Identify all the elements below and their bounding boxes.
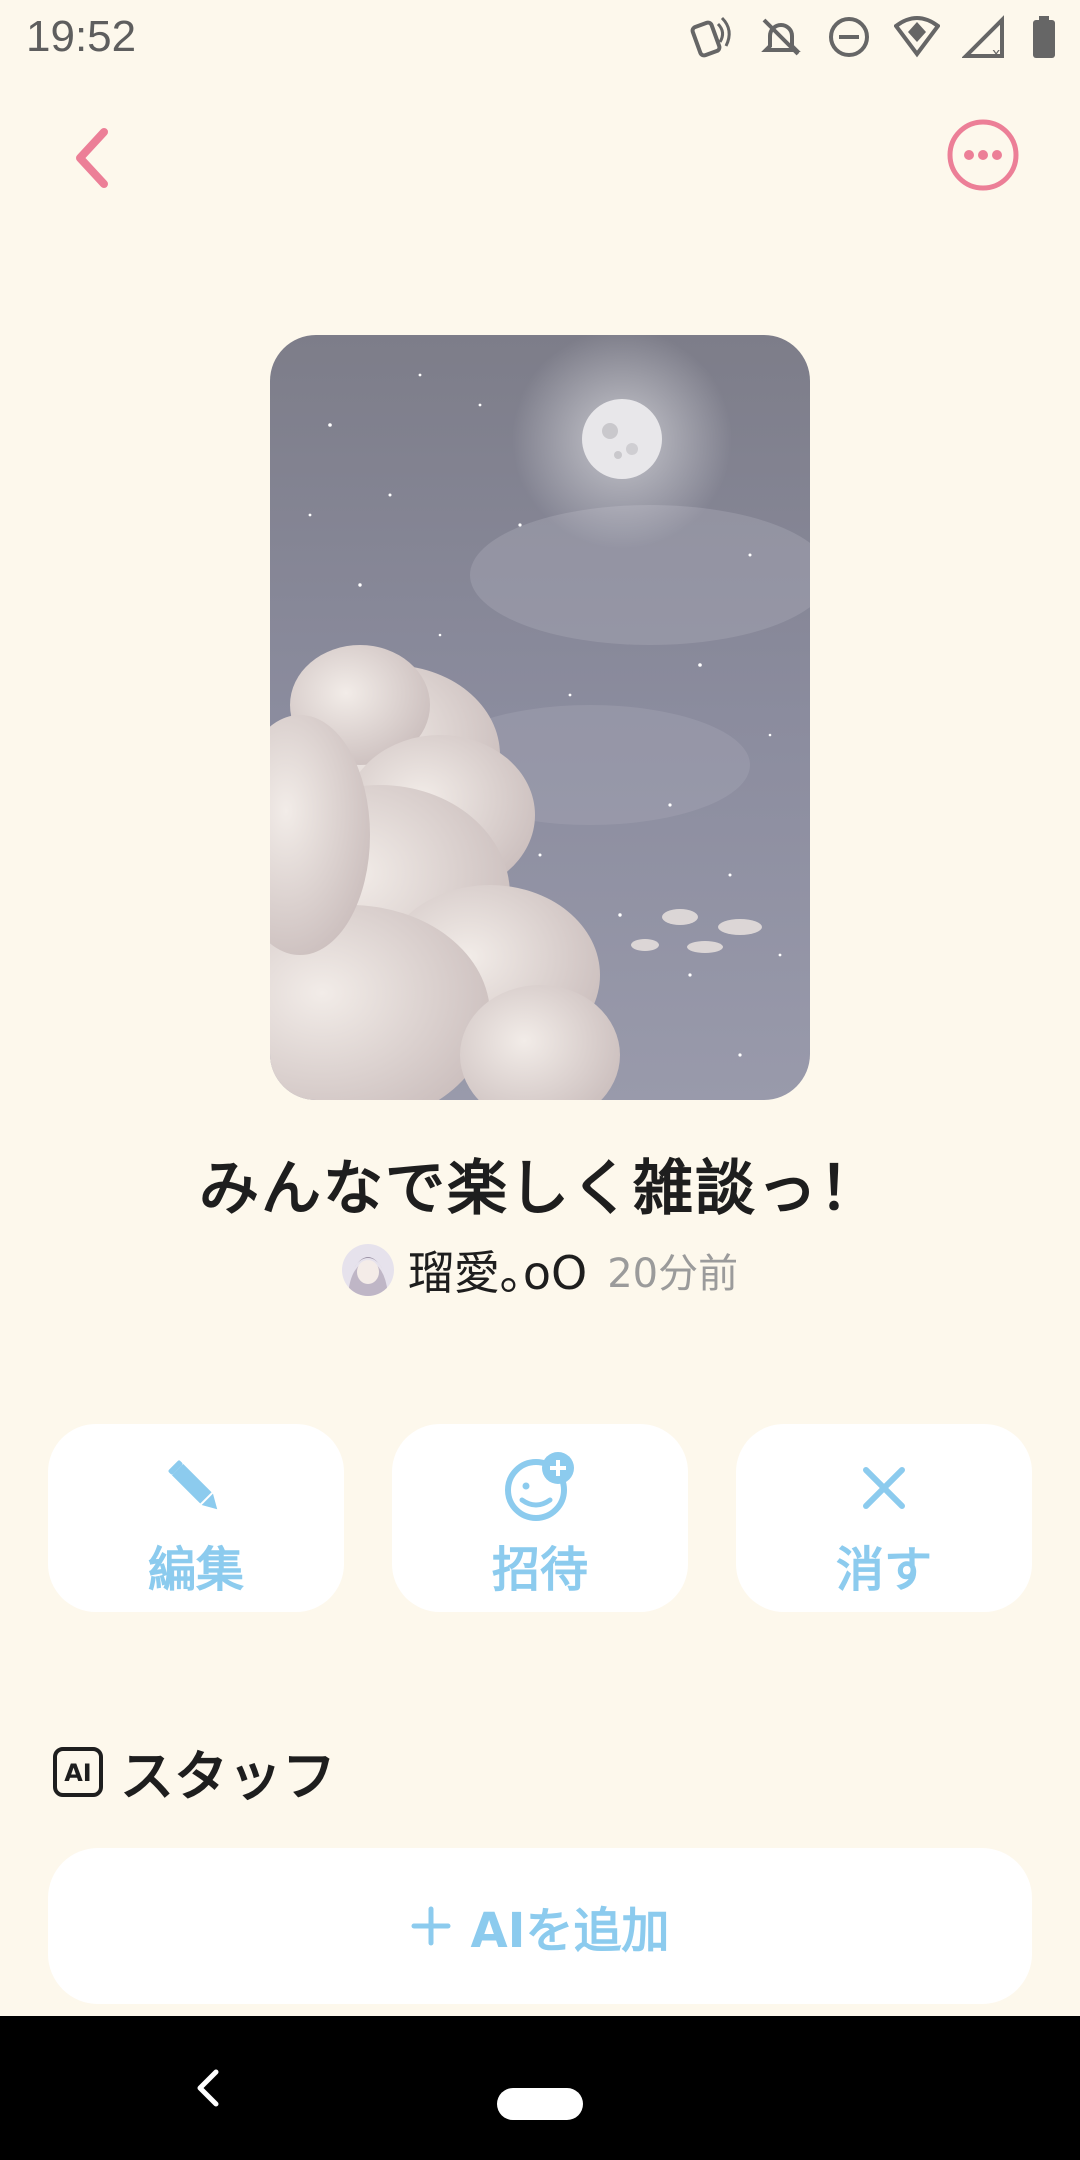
- room-title: みんなで楽しく雑談っ！: [199, 1154, 881, 1224]
- invite-label: 招待: [491, 1542, 588, 1598]
- wifi-icon: [893, 14, 941, 60]
- invite-face-icon: [505, 1452, 574, 1521]
- more-circle-icon: [947, 119, 1019, 191]
- bell-off-icon: [758, 14, 804, 60]
- svg-text:x: x: [992, 46, 1000, 60]
- add-ai-label: AIを追加: [470, 1903, 670, 1959]
- close-icon: [863, 1467, 905, 1509]
- do-not-disturb-icon: [826, 14, 872, 60]
- staff-section-header: AI スタッフ: [52, 1732, 336, 1811]
- nav-back-icon: [197, 2069, 219, 2107]
- night-sky-image: [270, 335, 810, 1100]
- nav-home-button[interactable]: [497, 2088, 583, 2120]
- pencil-icon: [168, 1460, 218, 1510]
- nfc-icon: [690, 14, 736, 60]
- status-bar: 19:52 x: [0, 0, 1080, 72]
- dismiss-button[interactable]: 消す: [736, 1424, 1032, 1612]
- signal-icon: x: [961, 14, 1008, 62]
- dismiss-label: 消す: [835, 1542, 932, 1598]
- add-ai-button[interactable]: AIを追加: [48, 1848, 1032, 2004]
- status-icons: x: [690, 14, 1058, 62]
- owner-row[interactable]: 瑠愛｡oO 20分前: [0, 1237, 1080, 1303]
- post-time: 20分前: [607, 1251, 739, 1297]
- avatar[interactable]: [341, 1244, 394, 1296]
- battery-icon: [1030, 14, 1058, 60]
- svg-text:AI: AI: [64, 1759, 92, 1787]
- screen: 19:52 x みんなで楽しく雑談っ！ 瑠愛｡oO 20分前 編集 招待 消す …: [0, 0, 1080, 2160]
- chevron-left-icon: [76, 128, 108, 188]
- plus-icon: [411, 1906, 451, 1946]
- nav-back-button[interactable]: [190, 2066, 226, 2110]
- more-button[interactable]: [946, 118, 1020, 192]
- staff-title: スタッフ: [120, 1745, 336, 1808]
- system-nav-bar: [0, 2016, 1080, 2160]
- edit-button[interactable]: 編集: [48, 1424, 344, 1612]
- owner-name[interactable]: 瑠愛｡oO: [408, 1237, 587, 1303]
- room-cover-image[interactable]: [270, 335, 810, 1100]
- invite-button[interactable]: 招待: [392, 1424, 688, 1612]
- back-button[interactable]: [60, 118, 130, 198]
- status-time: 19:52: [26, 12, 137, 61]
- edit-label: 編集: [147, 1542, 244, 1598]
- ai-badge-icon: AI: [53, 1746, 103, 1797]
